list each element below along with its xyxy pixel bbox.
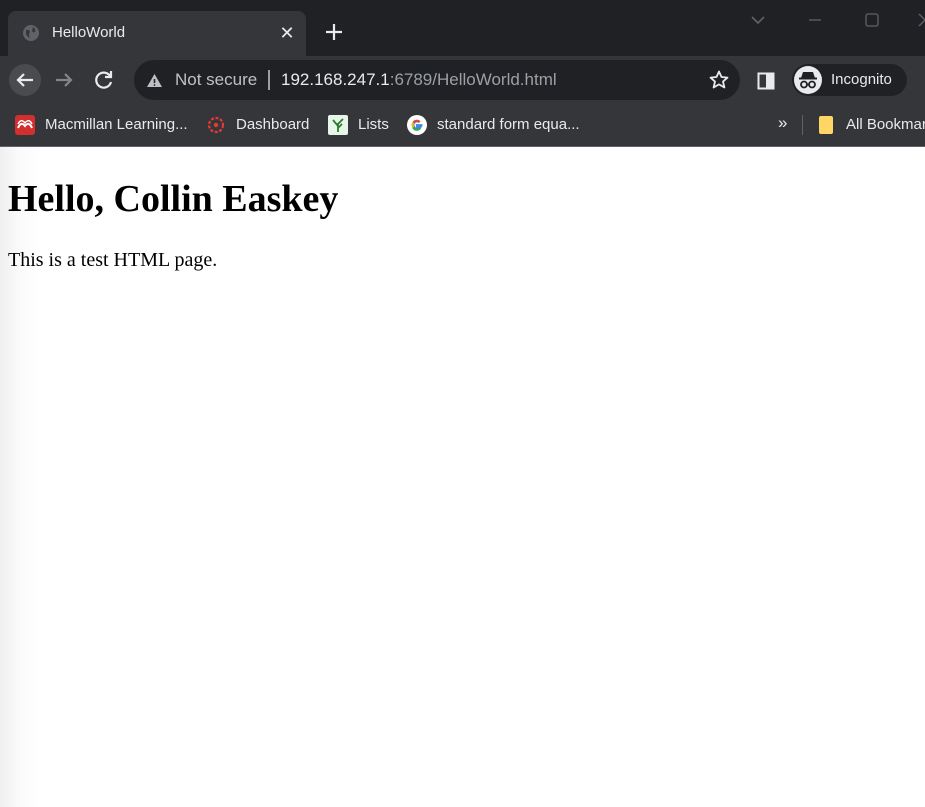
bookmarks-bar: Macmillan Learning... Dashboard Lists st… (0, 104, 925, 147)
bookmarks-overflow-button[interactable]: » (778, 113, 787, 133)
tab-helloworld[interactable]: HelloWorld ✕ (8, 11, 306, 56)
tab-title: HelloWorld (52, 24, 126, 41)
close-icon[interactable] (913, 10, 925, 30)
bookmarks-divider (802, 115, 803, 135)
arrow-right-icon (56, 73, 73, 87)
side-panel-icon[interactable] (757, 72, 775, 90)
bookmark-label: Macmillan Learning... (45, 116, 188, 133)
toolbar: Not secure 192.168.247.1:6789/HelloWorld… (0, 56, 925, 104)
folder-icon (819, 116, 833, 134)
arrow-left-icon (16, 73, 33, 87)
macmillan-icon (15, 115, 35, 135)
page-heading: Hello, Collin Easkey (8, 178, 339, 220)
globe-icon (23, 25, 39, 41)
reload-button[interactable] (88, 64, 120, 96)
minimize-icon[interactable] (803, 10, 827, 30)
bookmark-label: Lists (358, 116, 389, 133)
reload-icon (95, 71, 113, 89)
back-button[interactable] (9, 64, 41, 96)
bookmark-star-icon[interactable] (707, 68, 731, 92)
new-tab-plus-icon[interactable] (322, 20, 346, 44)
incognito-label: Incognito (831, 71, 892, 88)
forward-button[interactable] (48, 64, 80, 96)
title-bar: HelloWorld ✕ (0, 0, 925, 56)
url-text[interactable]: 192.168.247.1:6789/HelloWorld.html (281, 70, 557, 90)
warning-icon[interactable] (146, 72, 163, 89)
bookmark-label: Dashboard (236, 116, 310, 133)
page-content: Hello, Collin Easkey This is a test HTML… (0, 147, 925, 807)
url-path: :6789/HelloWorld.html (389, 70, 557, 89)
maximize-icon[interactable] (860, 10, 884, 30)
security-label[interactable]: Not secure (175, 70, 257, 90)
tab-search-icon[interactable] (746, 10, 770, 30)
incognito-button[interactable]: Incognito (792, 64, 907, 96)
incognito-icon (794, 66, 822, 94)
lists-icon (328, 115, 348, 135)
url-host: 192.168.247.1 (281, 70, 390, 89)
address-bar[interactable]: Not secure 192.168.247.1:6789/HelloWorld… (134, 60, 740, 100)
page-paragraph: This is a test HTML page. (8, 249, 218, 271)
address-separator (268, 70, 270, 90)
google-icon (407, 115, 427, 135)
canvas-icon (207, 116, 225, 134)
bookmark-label: standard form equa... (437, 116, 580, 133)
tab-close-icon[interactable]: ✕ (276, 22, 298, 44)
bookmark-label: All Bookmarks (846, 116, 925, 133)
